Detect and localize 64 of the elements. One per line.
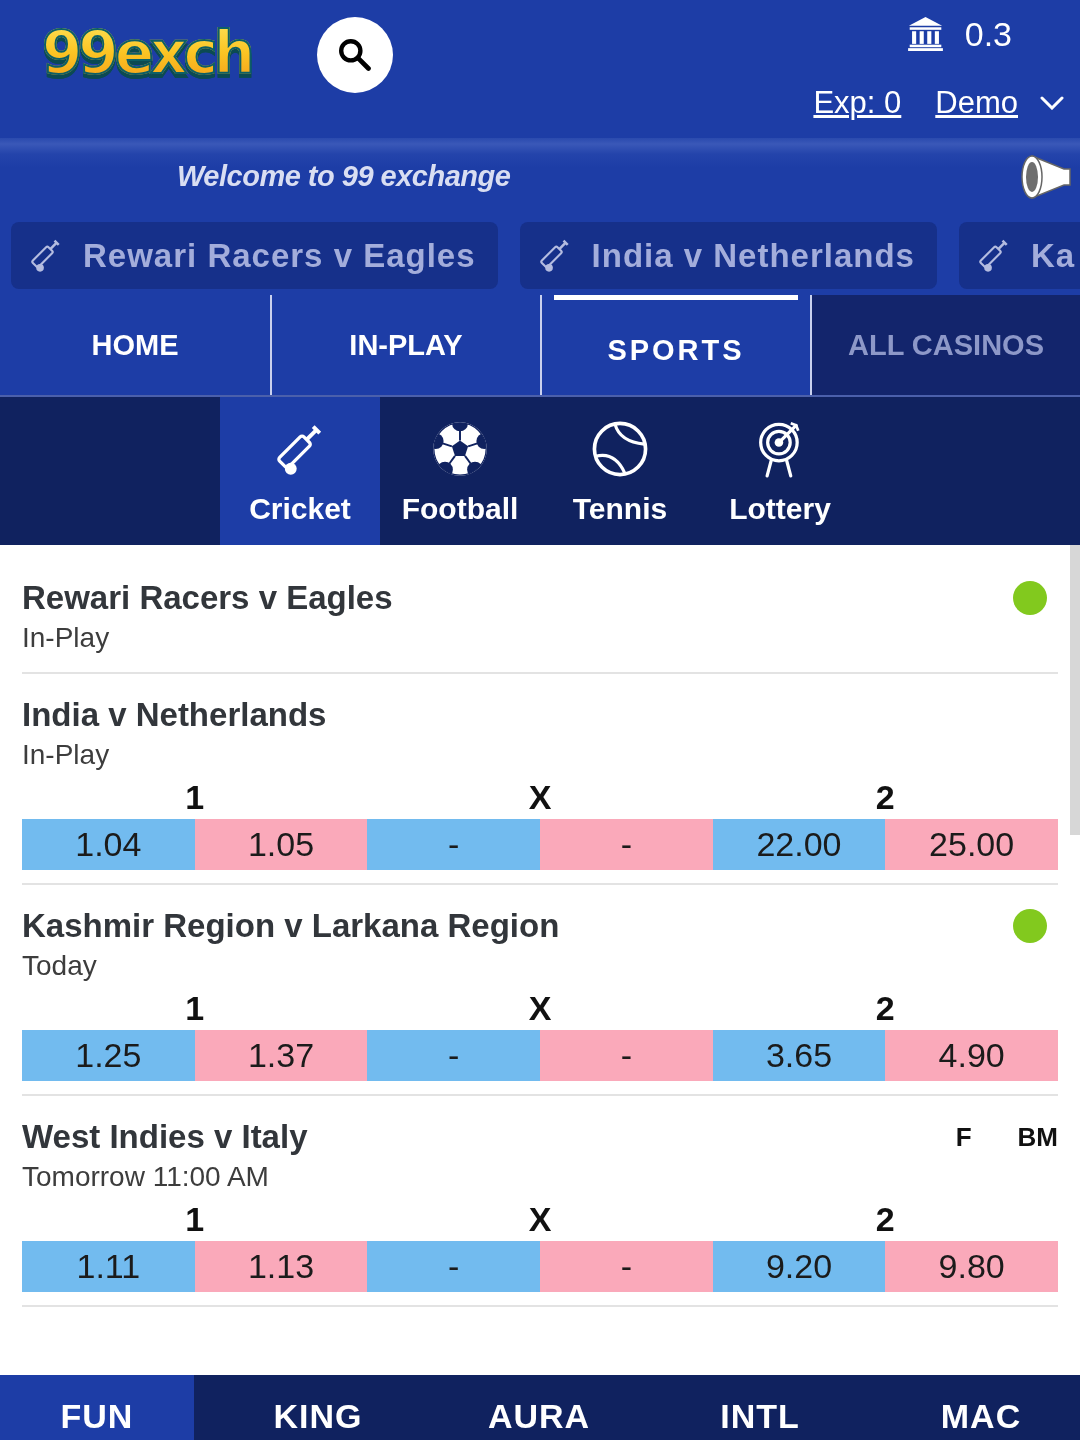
lay-odds-button[interactable]: - (540, 819, 713, 870)
market-label: X (527, 777, 553, 817)
lay-odds-button[interactable]: 1.05 (194, 819, 368, 870)
event-name[interactable]: Kashmir Region v Larkana Region (22, 907, 560, 945)
lay-odds-button[interactable]: - (540, 1030, 713, 1081)
megaphone-icon (1020, 153, 1072, 200)
market-label: 1 (184, 1199, 206, 1239)
tennis-ball-icon (592, 420, 648, 478)
event-tab[interactable]: India v Netherlands (519, 222, 937, 289)
provider-tab[interactable]: AURA (442, 1375, 636, 1440)
back-odds-button[interactable]: - (367, 1241, 540, 1292)
event-status: Today (22, 949, 98, 983)
market-label: X (527, 1199, 553, 1239)
bank-icon (907, 17, 943, 51)
market-type-label: BM (1017, 1121, 1058, 1153)
market-type-label: F (955, 1121, 972, 1153)
lay-odds-button[interactable]: 1.37 (194, 1030, 368, 1081)
provider-tab[interactable]: INTL (663, 1375, 857, 1440)
sport-tab[interactable]: Lottery (700, 397, 860, 545)
event-status: In-Play (22, 621, 111, 655)
sport-tab[interactable]: Cricket (220, 397, 380, 545)
event-status: In-Play (22, 738, 111, 772)
chevron-down-icon[interactable] (1040, 96, 1064, 110)
back-odds-button[interactable]: - (367, 819, 540, 870)
back-odds-button[interactable]: 22.00 (712, 819, 886, 870)
nav-tab[interactable]: IN-PLAY (270, 295, 540, 395)
back-odds-button[interactable]: 1.04 (22, 819, 195, 870)
lay-odds-button[interactable]: - (540, 1241, 713, 1292)
market-label: 2 (874, 988, 896, 1028)
back-odds-button[interactable]: 3.65 (712, 1030, 886, 1081)
event-tab[interactable]: Ka (959, 222, 1080, 289)
back-odds-button[interactable]: 9.20 (712, 1241, 886, 1292)
event-name[interactable]: Rewari Racers v Eagles (22, 579, 393, 617)
welcome-text: Welcome to 99 exchange (177, 160, 511, 193)
lay-odds-button[interactable]: 1.13 (194, 1241, 368, 1292)
event-status: Tomorrow 11:00 AM (22, 1160, 270, 1194)
lay-odds-button[interactable]: 4.90 (885, 1030, 1058, 1081)
nav-tab[interactable]: SPORTS (540, 295, 810, 395)
provider-tab[interactable]: FUN (0, 1375, 194, 1440)
nav-tab[interactable]: HOME (0, 295, 270, 395)
scrollbar-thumb[interactable] (1070, 545, 1080, 835)
market-label: 1 (184, 988, 206, 1028)
market-label: X (527, 988, 553, 1028)
market-label: 2 (874, 1199, 896, 1239)
back-odds-button[interactable]: 1.25 (22, 1030, 195, 1081)
event-name[interactable]: India v Netherlands (22, 696, 327, 734)
lay-odds-button[interactable]: 25.00 (885, 819, 1058, 870)
lay-odds-button[interactable]: 9.80 (885, 1241, 1058, 1292)
account-link[interactable]: Demo (935, 84, 1018, 122)
provider-tab[interactable]: MAC (884, 1375, 1078, 1440)
nav-tab[interactable]: ALL CASINOS (810, 295, 1080, 395)
exposure-link[interactable]: Exp: 0 (813, 84, 902, 122)
provider-tab[interactable]: KING (221, 1375, 415, 1440)
sport-tab[interactable]: Tennis (540, 397, 700, 545)
market-label: 2 (874, 777, 896, 817)
event-tab[interactable]: Rewari Racers v Eagles (11, 222, 498, 289)
market-label: 1 (184, 777, 206, 817)
balance-amount: 0.3 (964, 14, 1012, 54)
sport-tab[interactable]: Football (380, 397, 540, 545)
search-icon (339, 39, 372, 71)
back-odds-button[interactable]: - (367, 1030, 540, 1081)
event-name[interactable]: West Indies v Italy (22, 1118, 308, 1156)
soccer-ball-icon (432, 420, 488, 478)
back-odds-button[interactable]: 1.11 (22, 1241, 195, 1292)
